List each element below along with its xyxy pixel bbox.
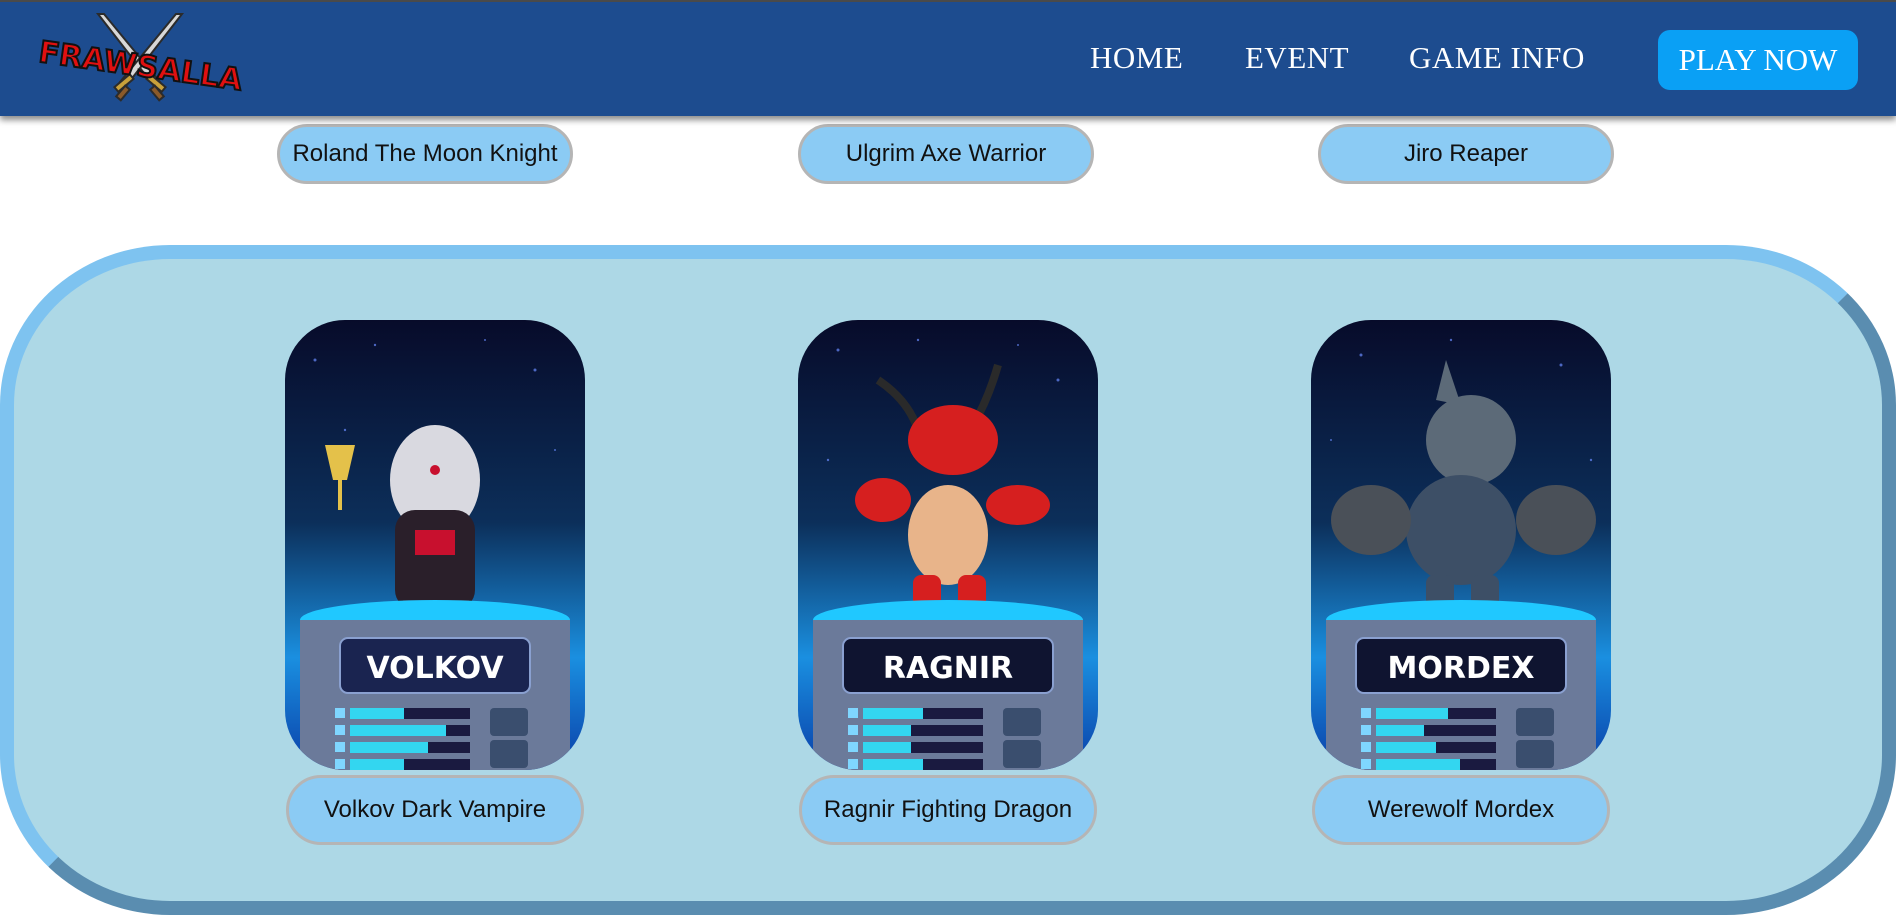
stat-icon (335, 725, 345, 735)
stat-fill (863, 708, 923, 719)
character-name-ulgrim: Ulgrim Axe Warrior (798, 124, 1094, 184)
stat-icon (335, 742, 345, 752)
stat-icon (335, 759, 345, 769)
stat-fill (350, 742, 428, 753)
weapon-icon (490, 708, 528, 736)
stat-fill (863, 725, 911, 736)
stat-fill (1376, 759, 1460, 770)
character-card-mordex[interactable]: MORDEX (1311, 320, 1611, 770)
character-name-jiro: Jiro Reaper (1318, 124, 1614, 184)
stat-fill (1376, 725, 1424, 736)
stat-icon (1361, 708, 1371, 718)
nav-link-event[interactable]: EVENT (1245, 40, 1349, 76)
navbar: FRAWSALLA HOME EVENT GAME INFO PLAY NOW (0, 0, 1896, 116)
stat-fill (1376, 708, 1448, 719)
weapon-icon (1003, 740, 1041, 768)
badge-mordex: MORDEX (1388, 651, 1535, 686)
stat-icon (1361, 759, 1371, 769)
stat-icon (1361, 742, 1371, 752)
stat-icon (848, 725, 858, 735)
weapon-icon (1516, 740, 1554, 768)
character-card-volkov[interactable]: VOLKOV (285, 320, 585, 770)
stat-icon (848, 759, 858, 769)
stat-fill (350, 759, 404, 770)
character-name-ragnir: Ragnir Fighting Dragon (799, 775, 1097, 845)
badge-ragnir: RAGNIR (883, 651, 1013, 686)
stat-fill (350, 708, 404, 719)
stat-icon (335, 708, 345, 718)
weapon-icon (1516, 708, 1554, 736)
play-now-button[interactable]: PLAY NOW (1658, 30, 1858, 90)
stat-fill (863, 759, 923, 770)
brand-logo[interactable]: FRAWSALLA (36, 10, 246, 106)
stat-icon (848, 708, 858, 718)
stat-fill (863, 742, 911, 753)
nav-link-game-info[interactable]: GAME INFO (1409, 40, 1585, 76)
character-name-mordex: Werewolf Mordex (1312, 775, 1610, 845)
stat-icon (848, 742, 858, 752)
nav-link-home[interactable]: HOME (1090, 40, 1183, 76)
stat-icon (1361, 725, 1371, 735)
character-name-volkov: Volkov Dark Vampire (286, 775, 584, 845)
character-card-ragnir[interactable]: RAGNIR (798, 320, 1098, 770)
weapon-icon (1003, 708, 1041, 736)
character-name-roland: Roland The Moon Knight (277, 124, 573, 184)
stat-fill (1376, 742, 1436, 753)
weapon-icon (490, 740, 528, 768)
character-mordex-figure (1426, 395, 1516, 485)
stat-fill (350, 725, 446, 736)
badge-volkov: VOLKOV (366, 651, 504, 686)
logo-wordmark: FRAWSALLA (38, 35, 242, 98)
